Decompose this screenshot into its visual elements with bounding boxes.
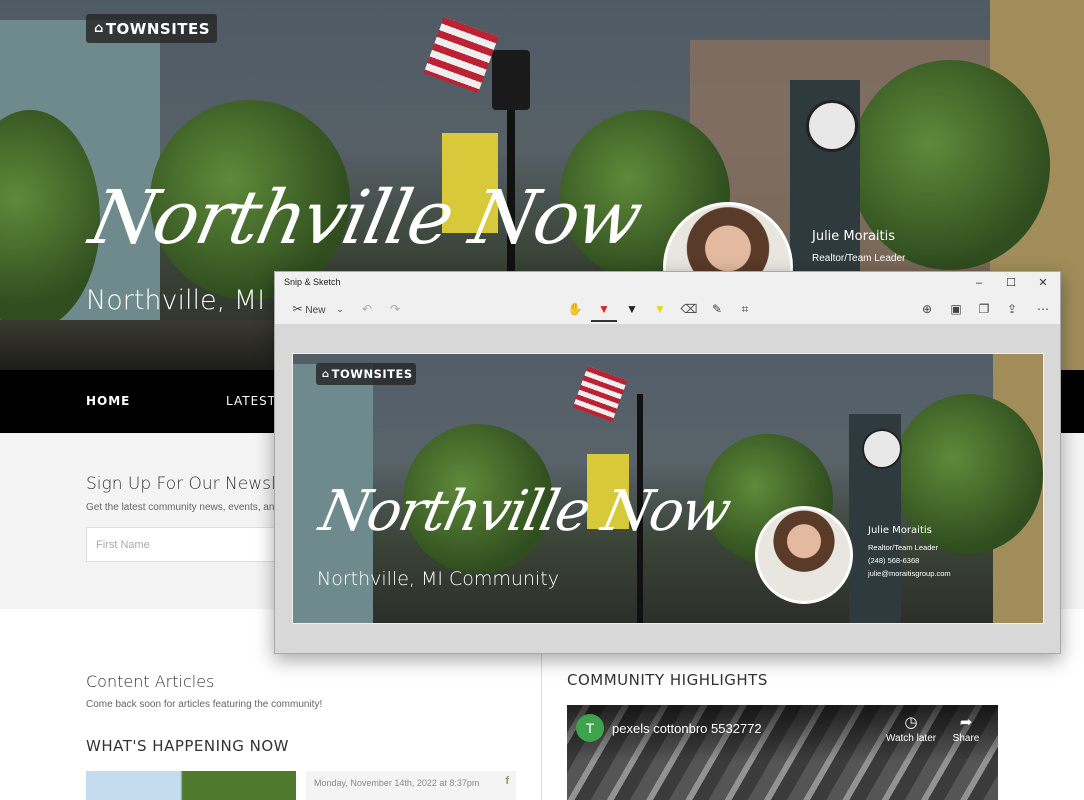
article-date: Monday, November 14th, 2022 at 8:37pm — [314, 778, 480, 788]
close-button[interactable]: ✕ — [1028, 274, 1058, 292]
new-snip-button[interactable]: ✂ New — [283, 300, 335, 318]
agent-name: Julie Moraitis — [812, 229, 896, 244]
highlighter-icon[interactable]: ▼ — [651, 300, 669, 318]
watch-later-label: Watch later — [885, 733, 937, 744]
pencil-icon[interactable]: ▼ — [623, 300, 641, 318]
canvas-townsites-logo: ⌂ TOWNSITES — [316, 363, 416, 385]
chevron-down-icon[interactable]: ⌄ — [333, 300, 347, 318]
maximize-button[interactable]: ☐ — [996, 274, 1026, 292]
canvas-agent-title: Realtor/Team Leader — [868, 543, 939, 552]
townsites-logo[interactable]: ⌂ TOWNSITES — [86, 14, 217, 43]
video-player[interactable]: T pexels cottonbro 5532772 ◷ Watch later… — [567, 705, 998, 800]
canvas-agent-email: julie@moraitisgroup.com — [868, 569, 951, 578]
channel-avatar[interactable]: T — [576, 714, 604, 742]
newsletter-title: Sign Up For Our Newsle — [86, 474, 287, 494]
share-icon[interactable]: ⇪ — [1003, 300, 1021, 318]
content-articles-heading: Content Articles — [86, 672, 215, 691]
selected-tool-indicator — [591, 320, 617, 322]
snip-canvas[interactable]: ⌂ TOWNSITES Northville Now Northville, M… — [292, 353, 1044, 624]
hero-subtitle: Northville, MI C — [86, 285, 293, 316]
first-name-field[interactable] — [86, 527, 286, 562]
share-label: Share — [952, 733, 980, 744]
save-icon[interactable]: ▣ — [947, 300, 965, 318]
canvas-hero-title: Northville Now — [314, 479, 735, 544]
logo-text: TOWNSITES — [105, 19, 211, 38]
article-meta: Monday, November 14th, 2022 at 8:37pm f — [306, 771, 516, 800]
facebook-icon[interactable]: f — [505, 775, 509, 787]
newsletter-description: Get the latest community news, events, a… — [86, 502, 280, 513]
new-snip-icon: ✂ — [292, 302, 303, 316]
zoom-icon[interactable]: ⊕ — [918, 300, 936, 318]
copy-icon[interactable]: ❐ — [975, 300, 993, 318]
minimize-button[interactable]: – — [964, 274, 994, 292]
nav-latest[interactable]: LATEST — [226, 394, 276, 408]
redo-icon[interactable]: ↷ — [387, 300, 403, 318]
ballpoint-pen-icon[interactable]: ▼ — [595, 300, 613, 318]
touch-writing-icon[interactable]: ✋ — [566, 300, 584, 318]
canvas-clock-face — [862, 429, 902, 469]
column-divider — [541, 654, 542, 800]
more-options-icon[interactable]: ⋯ — [1034, 300, 1052, 318]
nav-home[interactable]: HOME — [86, 394, 130, 408]
undo-icon[interactable]: ↶ — [359, 300, 375, 318]
ruler-icon[interactable]: ✎ — [708, 300, 726, 318]
canvas-agent-phone: (248) 568-6368 — [868, 556, 920, 565]
clock-face — [806, 100, 858, 152]
canvas-agent-avatar — [755, 506, 853, 604]
community-highlights-heading: COMMUNITY HIGHLIGHTS — [567, 671, 768, 689]
us-flag — [423, 16, 499, 94]
lamp-head — [492, 50, 530, 110]
canvas-house-icon: ⌂ — [322, 368, 330, 380]
watch-later-button[interactable]: ◷ Watch later — [883, 713, 939, 744]
whats-happening-heading: WHAT'S HAPPENING NOW — [86, 737, 290, 755]
canvas-hero-subtitle: Northville, MI Community — [317, 568, 559, 590]
crowd — [0, 320, 280, 370]
snip-toolbar: ✂ New ⌄ ↶ ↷ ✋ ▼ ▼ ▼ ⌫ ✎ ⌗ ⊕ ▣ ❐ ⇪ ⋯ — [275, 294, 1060, 324]
share-arrow-icon: ➦ — [959, 714, 973, 731]
snip-sketch-window: Snip & Sketch – ☐ ✕ ✂ New ⌄ ↶ ↷ ✋ ▼ ▼ ▼ … — [274, 271, 1061, 654]
window-titlebar[interactable]: Snip & Sketch – ☐ ✕ — [275, 272, 1060, 294]
eraser-icon[interactable]: ⌫ — [680, 300, 698, 318]
window-title: Snip & Sketch — [284, 277, 341, 287]
content-articles-description: Come back soon for articles featuring th… — [86, 699, 323, 710]
share-button[interactable]: ➦ Share — [949, 713, 983, 744]
agent-title: Realtor/Team Leader — [812, 253, 906, 264]
hero-title: Northville Now — [82, 175, 648, 261]
video-title[interactable]: pexels cottonbro 5532772 — [612, 721, 762, 736]
canvas-us-flag — [572, 366, 628, 422]
house-icon: ⌂ — [94, 21, 104, 36]
canvas-agent-name: Julie Moraitis — [868, 525, 932, 536]
crop-icon[interactable]: ⌗ — [736, 300, 754, 318]
new-snip-label: New — [305, 305, 326, 316]
clock-icon: ◷ — [904, 714, 918, 731]
canvas-logo-text: TOWNSITES — [331, 367, 413, 381]
article-thumbnail[interactable] — [86, 771, 296, 800]
